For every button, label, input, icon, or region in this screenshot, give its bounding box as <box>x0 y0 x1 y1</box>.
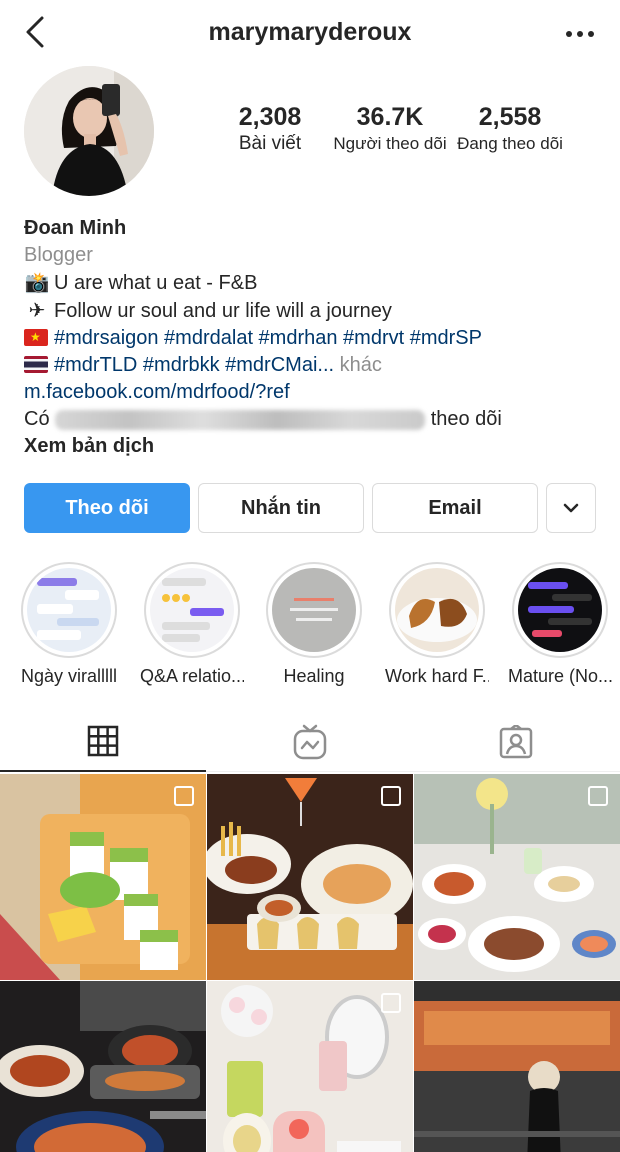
highlight-item[interactable]: Work hard F... <box>385 562 489 687</box>
highlight-item[interactable]: Healing <box>262 562 366 687</box>
stat-followers-value: 36.7K <box>356 103 424 131</box>
highlight-label: Ngày viralllll <box>20 666 118 686</box>
highlight-cover <box>395 568 479 652</box>
post-thumbnail[interactable] <box>207 774 413 980</box>
avatar[interactable] <box>24 66 154 196</box>
highlight-item[interactable]: Q&A relatio... <box>140 562 244 687</box>
highlight-cover <box>518 568 602 652</box>
grid-icon <box>87 725 119 757</box>
profile-tabs <box>0 712 620 772</box>
tab-tagged[interactable] <box>413 712 619 772</box>
hashtag-links[interactable]: #mdrTLD #mdrbkk #mdrCMai... <box>54 354 334 376</box>
highlight-label: Mature (No... <box>508 666 612 686</box>
post-thumbnail[interactable] <box>0 981 206 1152</box>
highlight-cover <box>272 568 356 652</box>
chevron-down-icon <box>563 503 579 513</box>
highlight-item[interactable]: Ngày viralllll <box>17 562 121 687</box>
bio-line-2: ✈ Follow ur soul and ur life will a journ… <box>24 297 604 325</box>
highlight-cover <box>150 568 234 652</box>
stat-following-value: 2,558 <box>478 103 542 131</box>
translate-button[interactable]: Xem bản dịch <box>24 433 604 460</box>
bio-hashtags-1: #mdrsaigon #mdrdalat #mdrhan #mdrvt #mdr… <box>24 325 604 352</box>
bio-more-link[interactable]: khác <box>340 354 382 376</box>
thailand-flag-icon <box>24 356 48 373</box>
more-dots-icon[interactable] <box>562 22 598 46</box>
stat-followers[interactable]: 36.7K Người theo dõi <box>330 102 450 156</box>
highlight-label: Healing <box>283 666 345 686</box>
multiple-photos-icon <box>588 786 608 806</box>
igtv-icon <box>293 724 327 760</box>
tab-posts-grid[interactable] <box>0 712 206 772</box>
post-thumbnail[interactable] <box>414 981 620 1152</box>
follow-button[interactable]: Theo dõi <box>24 483 190 533</box>
multiple-photos-icon <box>381 786 401 806</box>
profile-category: Blogger <box>24 244 93 266</box>
stat-following[interactable]: 2,558 Đang theo dõi <box>452 102 568 156</box>
followed-by-line[interactable]: Có theo dõi <box>24 406 604 433</box>
message-button[interactable]: Nhắn tin <box>198 483 364 533</box>
stat-posts[interactable]: 2,308 Bài viết <box>220 102 320 156</box>
highlight-label: Q&A relatio... <box>140 666 244 686</box>
multiple-photos-icon <box>381 993 401 1013</box>
vietnam-flag-icon <box>24 329 48 346</box>
blurred-usernames <box>55 409 426 430</box>
bio-hashtags-2: #mdrTLD #mdrbkk #mdrCMai... khác <box>24 352 604 379</box>
profile-bio: Đoan Minh Blogger 📸 U are what u eat - F&… <box>24 215 604 460</box>
tagged-icon <box>499 725 533 759</box>
suggested-dropdown-button[interactable] <box>546 483 596 533</box>
stat-following-label: Đang theo dõi <box>457 134 563 153</box>
email-button[interactable]: Email <box>372 483 538 533</box>
profile-name: Đoan Minh <box>24 217 127 239</box>
bio-line-1: 📸 U are what u eat - F&B <box>24 270 258 294</box>
highlight-label: Work hard F... <box>385 666 489 686</box>
post-thumbnail[interactable] <box>0 774 206 980</box>
stat-posts-value: 2,308 <box>238 103 302 131</box>
stat-followers-label: Người theo dõi <box>333 134 447 153</box>
highlight-item[interactable]: Mature (No... <box>508 562 612 687</box>
tab-igtv[interactable] <box>207 712 413 772</box>
post-thumbnail[interactable] <box>207 981 413 1152</box>
camera-flash-icon: 📸 <box>24 270 50 294</box>
stat-posts-label: Bài viết <box>238 133 302 154</box>
hashtag-links[interactable]: #mdrsaigon #mdrdalat #mdrhan #mdrvt #mdr… <box>54 327 482 349</box>
multiple-photos-icon <box>174 786 194 806</box>
top-bar: marymaryderoux <box>0 0 620 66</box>
bio-website-link[interactable]: m.facebook.com/mdrfood/?ref <box>24 379 604 406</box>
profile-username: marymaryderoux <box>208 18 412 46</box>
highlight-cover <box>27 568 111 652</box>
airplane-icon: ✈ <box>28 298 46 322</box>
post-thumbnail[interactable] <box>414 774 620 980</box>
